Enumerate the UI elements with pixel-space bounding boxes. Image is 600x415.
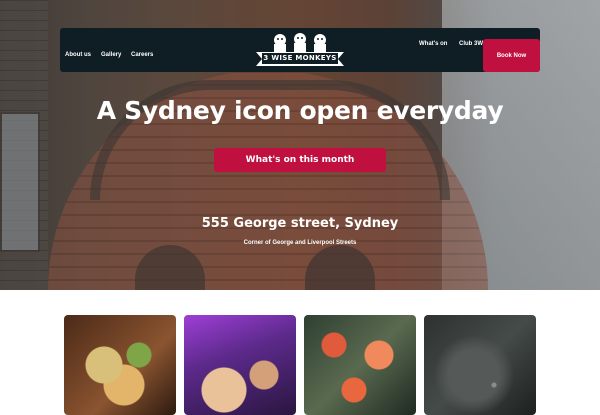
hero-title: A Sydney icon open everyday: [96, 96, 504, 125]
book-now-button[interactable]: Book Now: [483, 39, 540, 72]
nav-link-careers[interactable]: Careers: [131, 52, 153, 58]
party-photo-card[interactable]: [184, 315, 296, 415]
nav-link-gallery[interactable]: Gallery: [101, 52, 121, 58]
nav-link-club-3w[interactable]: Club 3W: [459, 41, 483, 47]
window-left: [0, 112, 40, 252]
food-photo-card[interactable]: [64, 315, 176, 415]
venue-address: 555 George street, Sydney: [201, 216, 399, 231]
nav-link-about[interactable]: About us: [65, 52, 91, 58]
nav-link-whats-on[interactable]: What's on: [419, 41, 447, 47]
monkeys-logo-icon: [256, 33, 344, 66]
logo[interactable]: 3 WISE MONKEYS: [252, 30, 348, 68]
venue-address-detail: Corner of George and Liverpool Streets: [243, 240, 357, 246]
logo-text: 3 WISE MONKEYS: [263, 54, 337, 62]
sushi-photo-card[interactable]: [304, 315, 416, 415]
venue-photo-card[interactable]: [424, 315, 536, 415]
whats-on-button[interactable]: What's on this month: [214, 148, 386, 172]
